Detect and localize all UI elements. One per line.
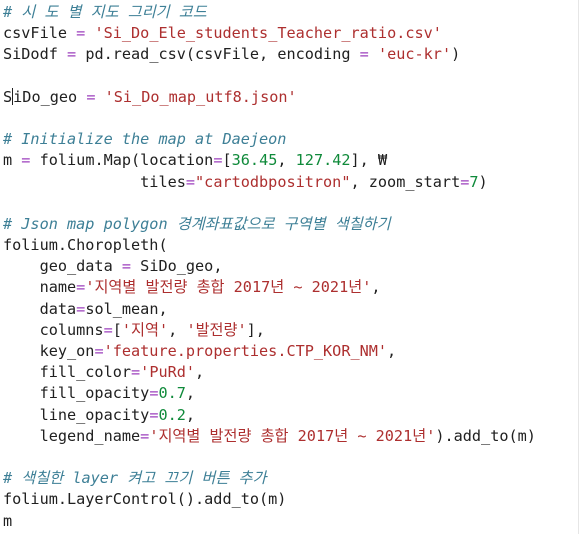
code-line: fill_opacity=0.7, [3, 383, 536, 404]
code-token: legend_name [3, 426, 141, 445]
string-literal: '발전량' [186, 320, 247, 339]
code-line: line_opacity=0.2, [3, 405, 536, 426]
code-token: columns [3, 320, 104, 339]
code-token: ], [246, 320, 265, 339]
number-literal: 0.2 [158, 405, 186, 424]
code-token: , zoom_start [350, 172, 461, 191]
code-token: [ [222, 151, 232, 170]
string-literal: '지역' [121, 320, 169, 339]
number-literal: 127.42 [295, 151, 351, 170]
code-line: folium.Choropleth( [3, 235, 536, 256]
operator: = [103, 320, 113, 339]
code-comment-line: # 시 도 별 지도 그리기 코드 [3, 2, 536, 23]
code-token: , [195, 363, 205, 382]
code-line: m [3, 511, 536, 532]
code-line: csvFile = 'Si_Do_Ele_students_Teacher_ra… [3, 23, 536, 44]
string-literal: 'euc-kr' [377, 45, 452, 64]
code-line: SiDo_geo = 'Si_Do_map_utf8.json' [3, 87, 536, 108]
code-token: folium.Choropleth( [3, 236, 168, 255]
code-token: SiDodf [3, 45, 68, 64]
operator: = [76, 299, 86, 318]
code-token: , [277, 151, 296, 170]
code-token: m [3, 511, 13, 530]
code-line: name='지역별 발전량 총합 2017년 ~ 2021년', [3, 277, 536, 298]
code-token: SiDo_geo, [131, 257, 223, 276]
comment-text: # Initialize the map at Daejeon [3, 130, 287, 149]
comment-text: # Json map polygon 경계좌표값으로 구역별 색칠하기 [3, 214, 391, 233]
code-token: fill_color [3, 363, 132, 382]
code-token: pd.read_csv(csvFile, encoding [76, 45, 360, 64]
operator: = [94, 342, 104, 360]
operator: = [67, 45, 77, 64]
code-token: m [3, 151, 22, 170]
string-literal: 'Si_Do_map_utf8.json' [104, 87, 297, 106]
code-comment-line: # 색칠한 layer 켜고 끄기 버튼 추가 [3, 468, 536, 489]
operator: = [76, 278, 86, 297]
code-token: ).add_to(m) [435, 426, 536, 445]
operator: = [140, 426, 150, 445]
string-literal: 'Si_Do_Ele_students_Teacher_ratio.csv' [94, 24, 442, 43]
code-line: data=sol_mean, [3, 299, 536, 320]
operator: = [359, 45, 369, 64]
code-line: fill_color='PuRd', [3, 362, 536, 383]
code-content[interactable]: # 시 도 별 지도 그리기 코드 csvFile = 'Si_Do_Ele_st… [3, 2, 536, 532]
code-token: folium.LayerControl().add_to(m) [3, 490, 287, 509]
code-editor[interactable]: # 시 도 별 지도 그리기 코드 csvFile = 'Si_Do_Ele_st… [0, 0, 579, 534]
code-token: line_opacity [3, 405, 150, 424]
code-token: [ [112, 320, 122, 339]
code-line: legend_name='지역별 발전량 총합 2017년 ~ 2021년').… [3, 426, 536, 447]
string-literal: 'feature.properties.CTP_KOR_NM' [103, 342, 388, 360]
number-literal: 36.45 [231, 151, 278, 170]
code-line: columns=['지역', '발전량'], [3, 320, 536, 341]
code-token: ) [478, 172, 488, 191]
code-token: csvFile [3, 24, 77, 43]
comment-text: # 색칠한 layer 켜고 끄기 버튼 추가 [3, 469, 267, 488]
string-literal: '지역별 발전량 총합 2017년 ~ 2021년' [85, 278, 372, 297]
string-literal: '지역별 발전량 총합 2017년 ~ 2021년' [149, 426, 436, 445]
code-token: geo_data [3, 257, 122, 276]
code-token: ) [451, 45, 461, 64]
operator: = [185, 172, 196, 191]
code-token: tiles [3, 172, 186, 191]
operator: = [76, 24, 86, 43]
code-token: folium.Map(location [30, 151, 214, 170]
code-token: ], ₩ [350, 151, 388, 170]
number-literal: 7 [469, 172, 479, 191]
code-token: , [371, 278, 381, 297]
string-literal: "cartodbpositron" [195, 172, 351, 191]
code-comment-line: # Json map polygon 경계좌표값으로 구역별 색칠하기 [3, 214, 536, 235]
code-token: key_on [3, 342, 95, 360]
code-comment-line: # Initialize the map at Daejeon [3, 129, 536, 150]
code-line: SiDodf = pd.read_csv(csvFile, encoding =… [3, 44, 536, 65]
code-token: sol_mean, [85, 299, 168, 318]
code-token: data [3, 299, 77, 318]
code-token: iDo_geo [13, 87, 87, 106]
code-line: folium.LayerControl().add_to(m) [3, 489, 536, 510]
string-literal: 'PuRd' [140, 363, 196, 382]
code-token: , [185, 384, 196, 403]
code-token: , [185, 405, 196, 424]
code-line: m = folium.Map(location=[36.45, 127.42],… [3, 150, 536, 171]
operator: = [131, 363, 141, 382]
code-token: fill_opacity [3, 384, 150, 403]
code-line: key_on='feature.properties.CTP_KOR_NM', [3, 341, 536, 362]
operator: = [460, 172, 470, 191]
code-token: , [387, 342, 397, 360]
number-literal: 0.7 [158, 384, 186, 403]
code-token: S [3, 87, 13, 106]
code-token: , [168, 320, 187, 339]
code-line: tiles="cartodbpositron", zoom_start=7) [3, 172, 536, 193]
code-token: name [3, 278, 77, 297]
operator: = [121, 257, 132, 276]
comment-text: # 시 도 별 지도 그리기 코드 [3, 3, 207, 21]
code-line: geo_data = SiDo_geo, [3, 256, 536, 277]
